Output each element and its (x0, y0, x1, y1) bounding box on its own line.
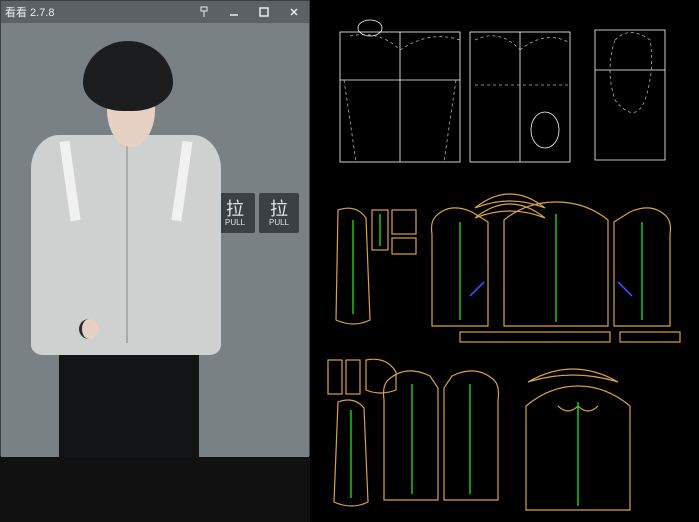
front-lining-right (444, 371, 499, 500)
back-lining (526, 386, 630, 510)
strip-pieces (460, 332, 680, 342)
window-title: 看看 2.7.8 (5, 4, 55, 20)
cad-drawing: .o { fill:none; stroke:#d9a14a; stroke-w… (310, 0, 699, 522)
front-right (614, 208, 671, 326)
window-buttons (189, 1, 309, 23)
close-button[interactable] (279, 1, 309, 23)
sleeve-lining (334, 400, 368, 506)
collar-piece (475, 194, 545, 218)
back-panel (504, 202, 608, 326)
maximize-button[interactable] (249, 1, 279, 23)
draft-block (340, 20, 665, 162)
front-left (432, 208, 489, 326)
image-viewer-window: 看看 2.7.8 拉 PULL 拉 PULL (0, 0, 310, 456)
maximize-icon (258, 6, 270, 18)
titlebar[interactable]: 看看 2.7.8 (1, 1, 309, 23)
minimize-button[interactable] (219, 1, 249, 23)
close-icon (288, 6, 300, 18)
model-figure (19, 37, 249, 457)
pin-icon (198, 6, 210, 18)
sleeve-left (336, 208, 370, 324)
model-jacket (31, 135, 221, 355)
photo-viewport[interactable]: 拉 PULL 拉 PULL (1, 23, 309, 457)
front-lining-left (384, 371, 439, 500)
door-sign-right: 拉 PULL (259, 193, 299, 233)
model-wrist (79, 319, 99, 339)
pin-button[interactable] (189, 1, 219, 23)
minimize-icon (228, 6, 240, 18)
model-pants (59, 347, 199, 457)
small-pieces-2 (328, 359, 396, 394)
collar-lining (528, 369, 618, 382)
small-pieces-1 (372, 210, 416, 254)
cad-canvas[interactable]: .o { fill:none; stroke:#d9a14a; stroke-w… (310, 0, 699, 522)
model-hair (83, 41, 173, 111)
